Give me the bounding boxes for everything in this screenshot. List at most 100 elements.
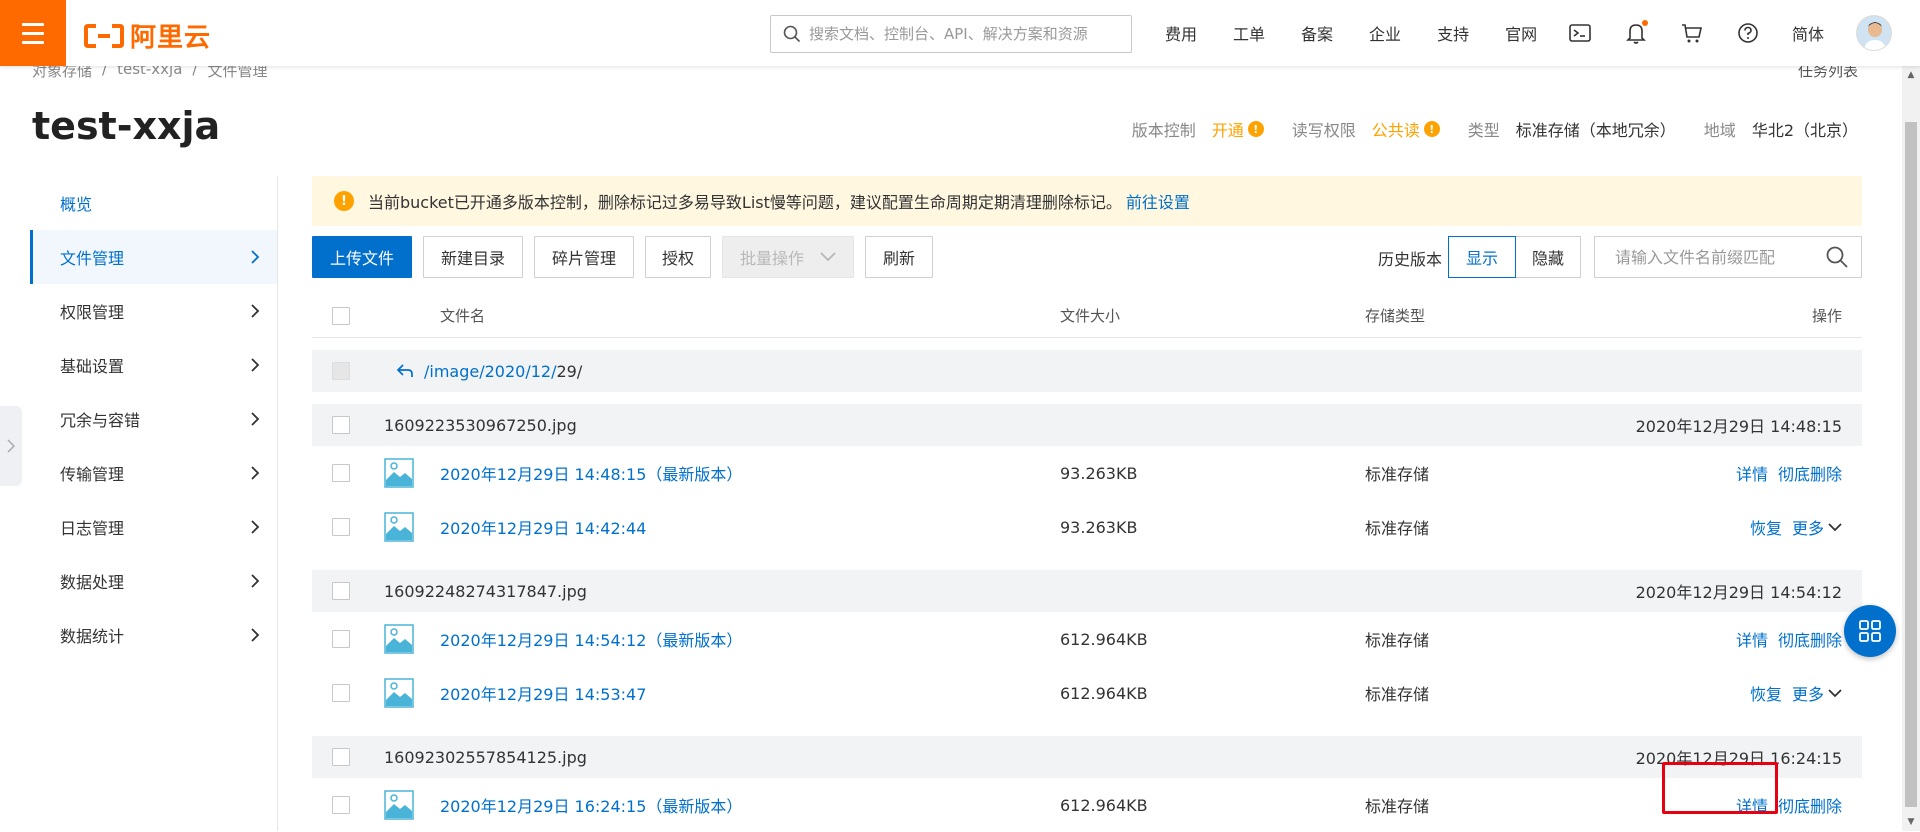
- batch-operations-dropdown[interactable]: 批量操作: [722, 236, 854, 278]
- hamburger-menu-button[interactable]: [0, 0, 66, 66]
- versioning-warning-icon[interactable]: !: [1247, 121, 1264, 137]
- file-size: 612.964KB: [1060, 795, 1148, 815]
- warning-icon: !: [334, 191, 354, 211]
- aliyun-logo-icon: [84, 23, 124, 48]
- version-link[interactable]: 2020年12月29日 14:53:47: [440, 681, 646, 705]
- row-checkbox[interactable]: [332, 582, 350, 600]
- version-row: 2020年12月29日 16:24:15（最新版本） 612.964KB 标准存…: [312, 778, 1862, 832]
- permanent-delete-link[interactable]: 彻底删除: [1778, 627, 1842, 651]
- floating-apps-button[interactable]: [1844, 605, 1896, 657]
- top-nav-links: 费用 工单 备案 企业 支持 官网: [1165, 0, 1573, 66]
- table-header: 文件名 文件大小 存储类型 操作: [312, 294, 1862, 338]
- more-dropdown[interactable]: 更多: [1792, 515, 1842, 539]
- nav-icp-filing[interactable]: 备案: [1301, 21, 1333, 45]
- logo-text: 阿里云: [130, 23, 212, 53]
- notice-settings-link[interactable]: 前往设置: [1126, 189, 1190, 213]
- version-link[interactable]: 2020年12月29日 14:42:44: [440, 515, 646, 539]
- details-link[interactable]: 详情: [1736, 793, 1768, 817]
- scrollbar-thumb[interactable]: [1905, 122, 1917, 807]
- global-search-input[interactable]: [809, 25, 1131, 43]
- row-operations: 详情 彻底删除: [1736, 627, 1842, 651]
- acl-warning-icon[interactable]: !: [1423, 121, 1440, 137]
- chevron-right-icon: [7, 439, 15, 453]
- language-switch[interactable]: 简体: [1792, 21, 1824, 45]
- back-arrow-icon[interactable]: [396, 363, 414, 379]
- scroll-up-arrow-icon[interactable]: ▲: [1902, 66, 1920, 84]
- row-checkbox[interactable]: [332, 684, 350, 702]
- help-icon[interactable]: [1736, 21, 1760, 45]
- chevron-right-icon: [251, 412, 260, 426]
- version-link[interactable]: 2020年12月29日 16:24:15（最新版本）: [440, 793, 742, 817]
- sidebar-collapse-toggle[interactable]: [0, 406, 22, 486]
- sidebar-item-overview[interactable]: 概览: [30, 176, 277, 230]
- sidebar-item-data-processing[interactable]: 数据处理: [30, 554, 277, 608]
- chevron-down-icon: [1828, 522, 1842, 531]
- details-link[interactable]: 详情: [1736, 627, 1768, 651]
- authorize-button[interactable]: 授权: [645, 236, 711, 278]
- bell-icon[interactable]: [1624, 20, 1648, 45]
- cart-icon[interactable]: [1680, 21, 1704, 45]
- bucket-meta: 版本控制 开通 ! 读写权限 公共读 ! 类型 标准存储（本地冗余） 地域 华北…: [1132, 117, 1858, 141]
- details-link[interactable]: 详情: [1736, 461, 1768, 485]
- file-prefix-search[interactable]: [1594, 236, 1862, 278]
- sidebar-item-label: 日志管理: [60, 519, 125, 538]
- terminal-icon[interactable]: [1568, 21, 1592, 45]
- path-row-checkbox: [332, 362, 350, 380]
- version-link[interactable]: 2020年12月29日 14:54:12（最新版本）: [440, 627, 742, 651]
- nav-support[interactable]: 支持: [1437, 21, 1469, 45]
- nav-enterprise[interactable]: 企业: [1369, 21, 1401, 45]
- new-directory-button[interactable]: 新建目录: [423, 236, 523, 278]
- sidebar-item-label: 数据统计: [60, 627, 125, 646]
- restore-link[interactable]: 恢复: [1750, 515, 1782, 539]
- sidebar-item-logs[interactable]: 日志管理: [30, 500, 277, 554]
- restore-link[interactable]: 恢复: [1750, 681, 1782, 705]
- user-avatar[interactable]: [1856, 15, 1893, 51]
- version-link[interactable]: 2020年12月29日 14:48:15（最新版本）: [440, 461, 742, 485]
- nav-fees[interactable]: 费用: [1165, 21, 1197, 45]
- row-checkbox[interactable]: [332, 796, 350, 814]
- show-history-toggle[interactable]: 显示: [1448, 236, 1516, 278]
- row-checkbox[interactable]: [332, 748, 350, 766]
- file-group-row: 16092302557854125.jpg 2020年12月29日 16:24:…: [312, 736, 1862, 778]
- chevron-down-icon: [820, 252, 836, 262]
- storage-type: 标准存储: [1365, 519, 1430, 538]
- current-path-row: /image/2020/12/29/: [312, 350, 1862, 392]
- row-checkbox[interactable]: [332, 630, 350, 648]
- acl-value: 公共读: [1371, 121, 1420, 140]
- sidebar-item-transfer[interactable]: 传输管理: [30, 446, 277, 500]
- aliyun-logo[interactable]: 阿里云: [84, 17, 211, 54]
- select-all-checkbox[interactable]: [332, 306, 350, 325]
- sidebar-item-basic-settings[interactable]: 基础设置: [30, 338, 277, 392]
- search-icon: [783, 25, 801, 43]
- region-value: 华北2（北京）: [1751, 121, 1858, 140]
- refresh-button[interactable]: 刷新: [865, 236, 933, 278]
- permanent-delete-link[interactable]: 彻底删除: [1778, 793, 1842, 817]
- more-dropdown[interactable]: 更多: [1792, 681, 1842, 705]
- parent-path-link[interactable]: /image/2020/12/: [424, 362, 556, 381]
- fragment-management-button[interactable]: 碎片管理: [534, 236, 634, 278]
- file-modified-time: 2020年12月29日 14:54:12: [1635, 583, 1842, 602]
- row-checkbox[interactable]: [332, 518, 350, 536]
- nav-official-site[interactable]: 官网: [1505, 21, 1537, 45]
- hide-history-toggle[interactable]: 隐藏: [1515, 236, 1581, 278]
- sidebar-item-label: 基础设置: [60, 357, 125, 376]
- permanent-delete-link[interactable]: 彻底删除: [1778, 461, 1842, 485]
- search-icon[interactable]: [1825, 245, 1849, 269]
- row-checkbox[interactable]: [332, 464, 350, 482]
- file-size: 93.263KB: [1060, 517, 1138, 537]
- sidebar-item-statistics[interactable]: 数据统计: [30, 608, 277, 662]
- sidebar-item-redundancy[interactable]: 冗余与容错: [30, 392, 277, 446]
- sidebar-item-permissions[interactable]: 权限管理: [30, 284, 277, 338]
- versioning-notice-banner: ! 当前bucket已开通多版本控制，删除标记过多易导致List慢等问题，建议配…: [312, 176, 1862, 226]
- page-scrollbar[interactable]: ▲ ▼: [1902, 66, 1920, 831]
- file-prefix-input[interactable]: [1615, 247, 1825, 267]
- scroll-down-arrow-icon[interactable]: ▼: [1902, 813, 1920, 831]
- nav-tickets[interactable]: 工单: [1233, 21, 1265, 45]
- row-checkbox[interactable]: [332, 416, 350, 434]
- file-name: 1609223530967250.jpg: [384, 415, 577, 435]
- global-search-box[interactable]: [770, 15, 1132, 53]
- sidebar-item-file-management[interactable]: 文件管理: [30, 230, 277, 284]
- upload-file-button[interactable]: 上传文件: [312, 236, 412, 278]
- file-modified-time: 2020年12月29日 16:24:15: [1635, 749, 1842, 768]
- file-size: 612.964KB: [1060, 683, 1148, 703]
